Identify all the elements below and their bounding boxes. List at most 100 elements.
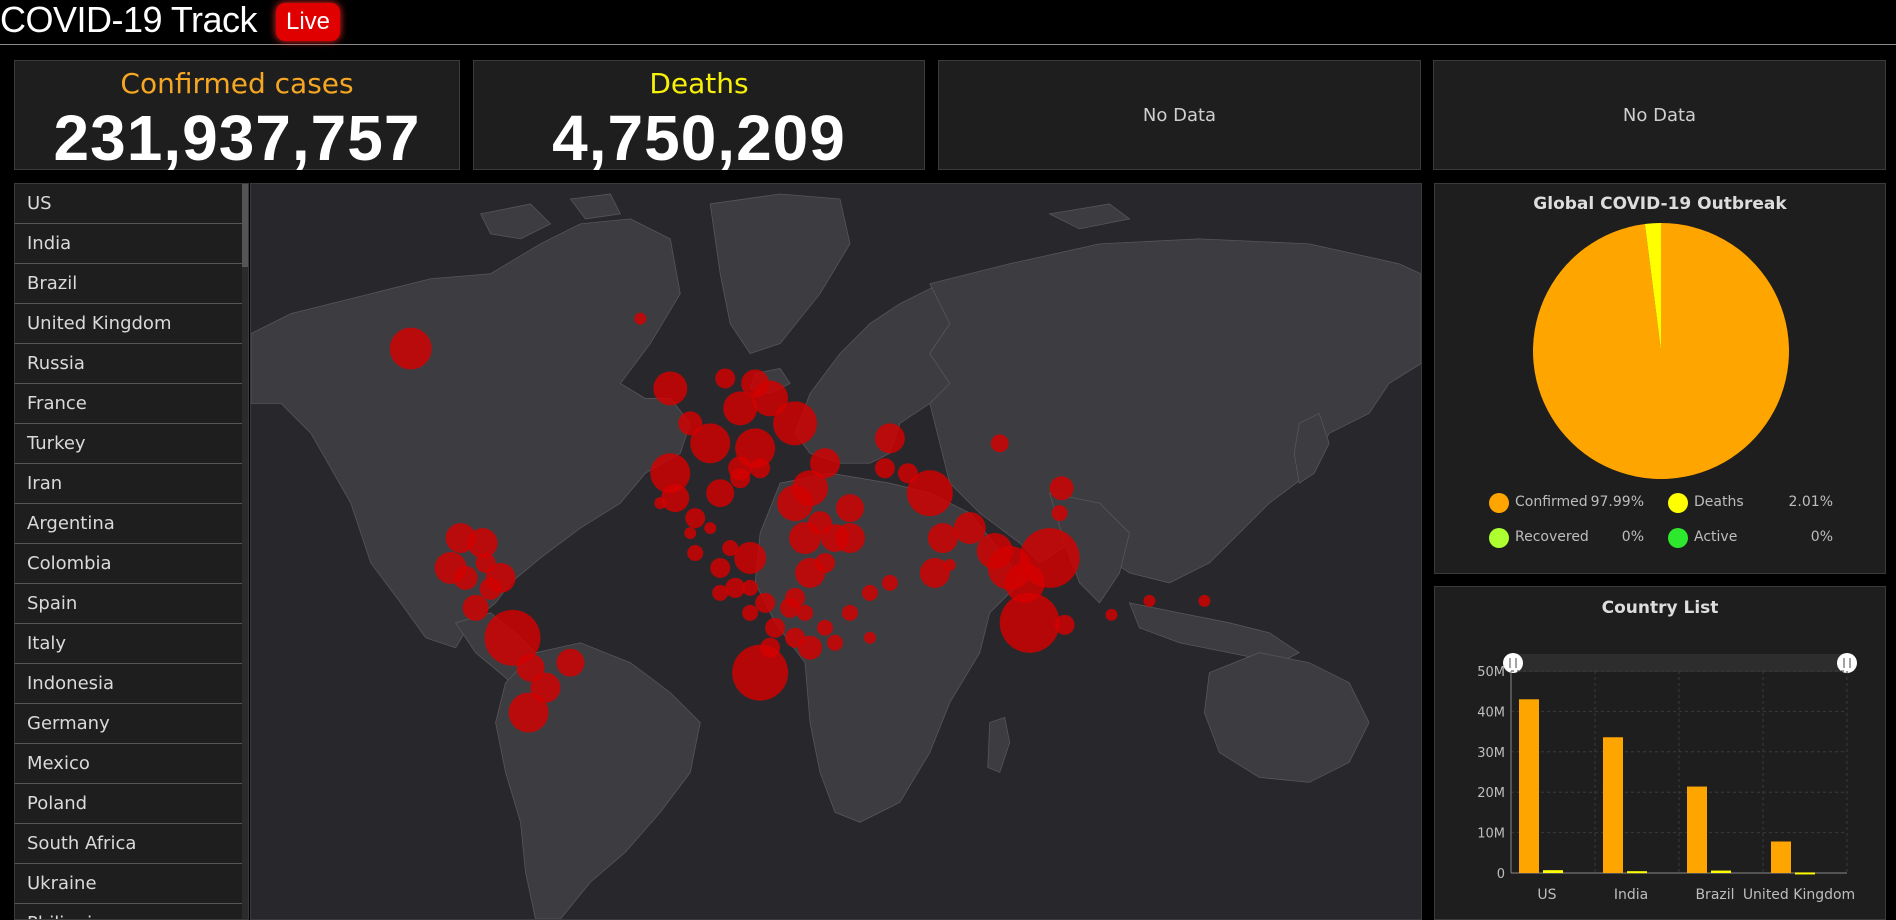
case-bubble[interactable] <box>1019 528 1080 588</box>
case-bubble[interactable] <box>706 479 735 508</box>
country-list-item[interactable]: Brazil <box>15 264 243 304</box>
case-bubble[interactable] <box>874 458 895 479</box>
country-list[interactable]: US India Brazil United Kingdom Russia France T… <box>14 183 249 920</box>
country-list-item[interactable]: South Africa <box>15 824 243 864</box>
case-bubble[interactable] <box>704 522 717 535</box>
case-bubble[interactable] <box>742 579 759 596</box>
bar-confirmed[interactable] <box>1771 841 1791 873</box>
range-handle-left[interactable] <box>1503 653 1523 673</box>
country-list-scrollbar[interactable] <box>242 184 248 919</box>
range-handle-right[interactable] <box>1837 653 1857 673</box>
case-bubble[interactable] <box>827 634 843 651</box>
case-bubble[interactable] <box>742 604 759 621</box>
case-bubble[interactable] <box>685 508 706 529</box>
case-bubble[interactable] <box>715 368 736 389</box>
case-bubble[interactable] <box>1051 505 1068 522</box>
case-bubble[interactable] <box>881 574 898 591</box>
case-bubble[interactable] <box>750 458 771 479</box>
case-bubble[interactable] <box>861 584 878 601</box>
case-bubble[interactable] <box>765 617 786 638</box>
case-bubble[interactable] <box>990 434 1009 453</box>
case-bubble[interactable] <box>874 423 905 454</box>
country-list-item[interactable]: Indonesia <box>15 664 243 704</box>
case-bubble[interactable] <box>760 637 781 658</box>
country-list-item[interactable]: Italy <box>15 624 243 664</box>
case-bubble[interactable] <box>821 524 849 552</box>
case-bubble[interactable] <box>1049 476 1074 501</box>
country-list-item[interactable]: Poland <box>15 784 243 824</box>
country-list-item[interactable]: India <box>15 224 243 264</box>
case-bubble[interactable] <box>661 484 690 513</box>
case-bubble[interactable] <box>927 523 958 553</box>
case-bubble[interactable] <box>773 401 818 446</box>
case-bubble[interactable] <box>712 584 729 601</box>
bar-deaths[interactable] <box>1795 872 1815 875</box>
case-bubble[interactable] <box>684 527 697 540</box>
case-bubble[interactable] <box>687 545 704 561</box>
legend-deaths[interactable]: Deaths 2.01% <box>1668 493 1848 515</box>
case-bubble[interactable] <box>508 692 549 733</box>
bar-chart[interactable]: 0 10M 20M 30M 40M 50M US India Brazil United King… <box>1435 587 1887 920</box>
country-list-item[interactable]: Colombia <box>15 544 243 584</box>
case-bubble[interactable] <box>678 411 703 436</box>
world-map-svg[interactable] <box>251 184 1421 919</box>
case-bubble[interactable] <box>755 592 776 613</box>
case-bubble[interactable] <box>836 494 864 523</box>
country-list-item[interactable]: Russia <box>15 344 243 384</box>
case-bubble[interactable] <box>815 552 836 573</box>
bar-confirmed[interactable] <box>1603 737 1623 873</box>
country-list-item[interactable]: Germany <box>15 704 243 744</box>
case-bubble[interactable] <box>479 577 502 600</box>
country-list-item[interactable]: Mexico <box>15 744 243 784</box>
case-bubble[interactable] <box>654 497 667 510</box>
case-bubble[interactable] <box>789 522 822 554</box>
case-bubble[interactable] <box>999 592 1060 653</box>
case-bubble[interactable] <box>462 594 489 621</box>
case-bubble[interactable] <box>906 470 953 517</box>
country-list-item[interactable]: Iran <box>15 464 243 504</box>
case-bubble[interactable] <box>841 604 858 621</box>
legend-recovered[interactable]: Recovered 0% <box>1489 528 1669 550</box>
case-bubble[interactable] <box>798 635 823 660</box>
case-bubble[interactable] <box>817 619 834 636</box>
bar-deaths[interactable] <box>1543 870 1563 873</box>
case-bubble[interactable] <box>1198 594 1211 607</box>
case-bubble[interactable] <box>732 644 789 701</box>
case-bubble[interactable] <box>863 631 876 644</box>
case-bubble[interactable] <box>734 542 767 574</box>
country-list-item[interactable]: US <box>15 184 243 224</box>
country-list-item[interactable]: Ukraine <box>15 864 243 904</box>
case-bubble[interactable] <box>953 512 986 545</box>
scrollbar-thumb[interactable] <box>242 184 248 267</box>
case-bubble[interactable] <box>722 540 739 556</box>
world-map[interactable] <box>250 183 1422 920</box>
case-bubble[interactable] <box>730 468 751 489</box>
case-bubble[interactable] <box>710 557 731 578</box>
country-list-item[interactable]: United Kingdom <box>15 304 243 344</box>
pie-chart[interactable] <box>1435 184 1887 575</box>
country-list-item[interactable]: France <box>15 384 243 424</box>
legend-active[interactable]: Active 0% <box>1668 528 1848 550</box>
bar-confirmed[interactable] <box>1687 786 1707 873</box>
case-bubble[interactable] <box>634 312 647 325</box>
case-bubble[interactable] <box>943 558 956 571</box>
case-bubble[interactable] <box>785 587 806 608</box>
bar-confirmed[interactable] <box>1519 699 1539 873</box>
chart-range-scrollbar[interactable] <box>1509 654 1851 672</box>
country-list-item[interactable]: Turkey <box>15 424 243 464</box>
country-list-item[interactable]: Spain <box>15 584 243 624</box>
case-bubble[interactable] <box>453 565 478 590</box>
case-bubble[interactable] <box>1054 614 1075 635</box>
case-bubble[interactable] <box>792 470 829 507</box>
country-list-item[interactable]: Philippines <box>15 904 243 919</box>
case-bubble[interactable] <box>797 604 814 621</box>
bar-deaths[interactable] <box>1711 870 1731 873</box>
case-bubble[interactable] <box>389 327 432 370</box>
country-list-item[interactable]: Argentina <box>15 504 243 544</box>
legend-confirmed[interactable]: Confirmed 97.99% <box>1489 493 1669 515</box>
case-bubble[interactable] <box>556 648 585 677</box>
case-bubble[interactable] <box>653 371 688 406</box>
case-bubble[interactable] <box>1143 594 1156 607</box>
bar-deaths[interactable] <box>1627 871 1647 874</box>
case-bubble[interactable] <box>475 552 496 573</box>
